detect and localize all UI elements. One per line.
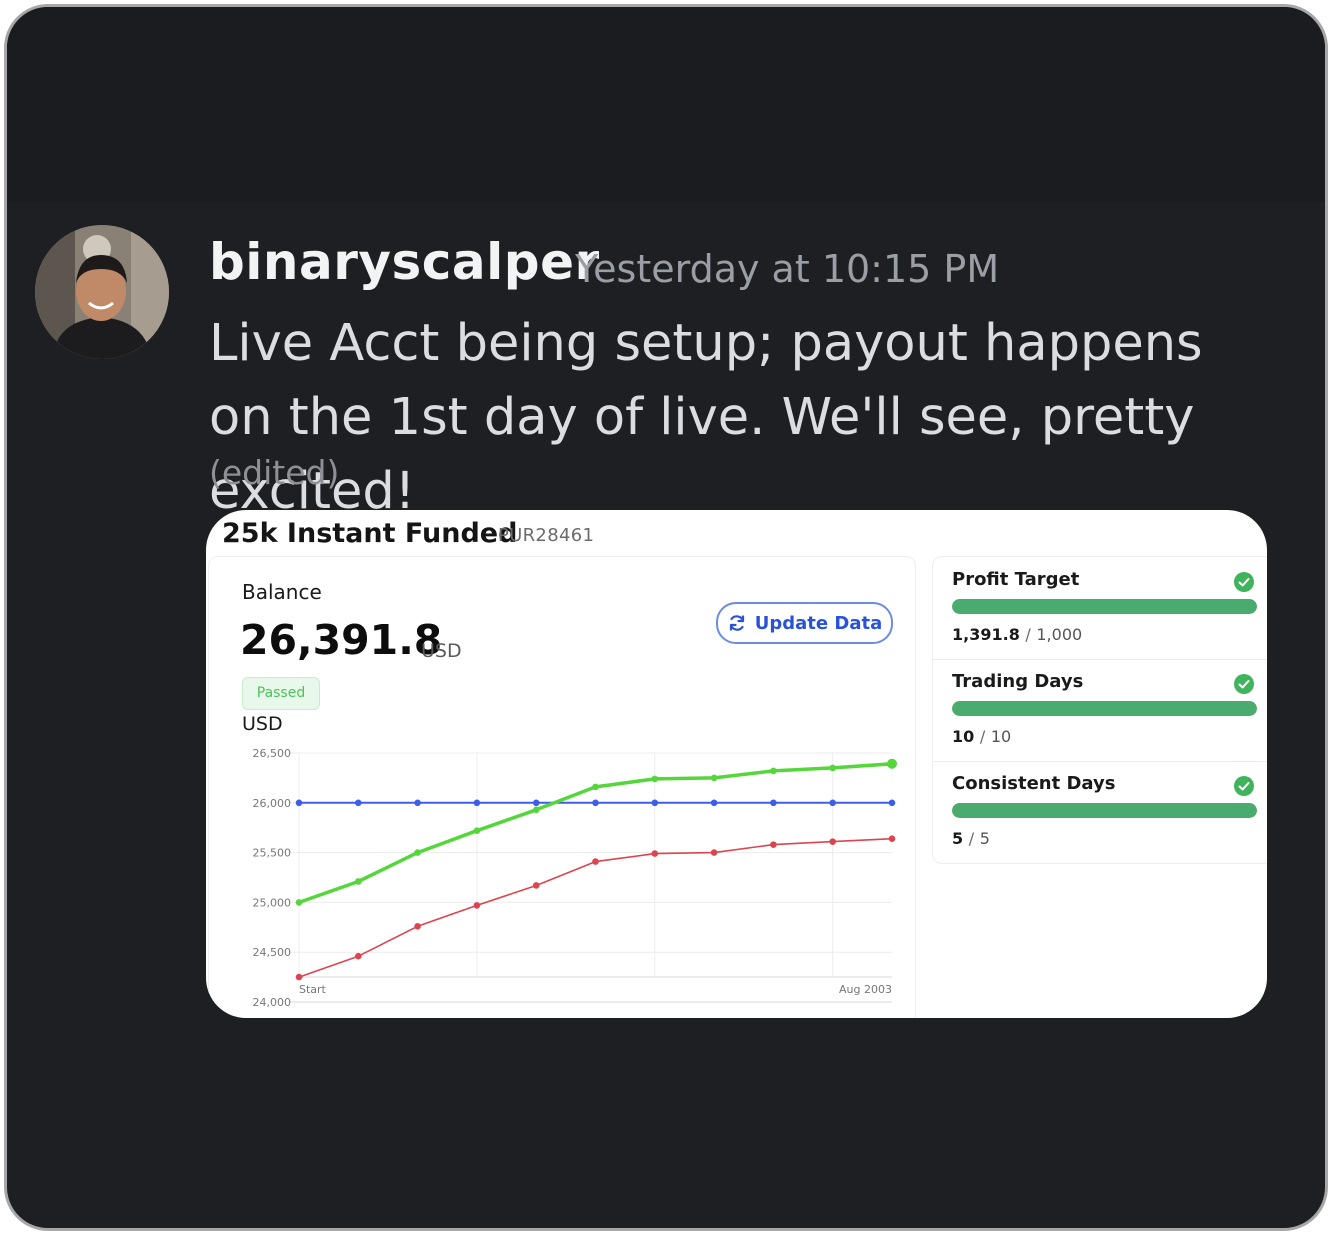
message-text: Live Acct being setup; payout happens on… (209, 314, 1203, 521)
data-point (355, 952, 362, 960)
y-tick-label: 25,500 (253, 847, 292, 860)
x-tick-label: Start (299, 983, 327, 996)
message-timestamp: Yesterday at 10:15 PM (575, 247, 1000, 291)
target-separator: / (979, 727, 986, 746)
target-separator: / (968, 829, 975, 848)
balance-unit: USD (421, 640, 462, 662)
target-current: 10 (952, 727, 975, 746)
progress-fill (952, 599, 1257, 614)
y-tick-label: 25,000 (253, 896, 292, 909)
attachment-image[interactable]: 25k Instant Funded PUR28461 Balance 26,3… (206, 510, 1267, 1018)
data-point (592, 858, 599, 865)
data-point (473, 799, 481, 807)
data-point (532, 799, 540, 807)
app-frame: binaryscalper Yesterday at 10:15 PM Live… (4, 4, 1328, 1231)
data-point (710, 774, 718, 782)
data-point (355, 878, 362, 885)
data-point (829, 799, 836, 807)
y-tick-label: 26,000 (253, 797, 292, 810)
data-point (414, 799, 421, 807)
account-id: PUR28461 (498, 525, 595, 546)
check-circle-icon (1234, 776, 1254, 796)
target-trading-days: Trading Days 10 / 10 (933, 659, 1267, 762)
data-point (414, 923, 421, 930)
data-point (651, 850, 659, 857)
update-data-label: Update Data (754, 612, 883, 634)
progress-bar (952, 701, 1257, 716)
data-point (888, 799, 896, 807)
progress-fill (952, 803, 1257, 818)
data-point (770, 767, 777, 775)
target-current: 1,391.8 (952, 625, 1020, 644)
edited-label: (edited) (209, 453, 340, 492)
data-point (532, 806, 540, 814)
chart-unit-label: USD (242, 713, 283, 735)
data-point (770, 799, 777, 807)
target-label: Consistent Days (952, 773, 1116, 794)
data-point (829, 764, 836, 772)
x-tick-label: Aug 2003 (839, 983, 892, 996)
check-circle-icon (1234, 674, 1254, 694)
progress-bar (952, 599, 1257, 614)
check-circle-icon (1234, 572, 1254, 592)
target-total: 10 (990, 727, 1012, 746)
target-separator: / (1025, 625, 1031, 644)
data-point (355, 799, 362, 807)
target-total: 5 (979, 829, 990, 848)
balance-value: 26,391.8 (240, 616, 443, 664)
data-point (887, 758, 897, 769)
target-profit: Profit Target 1,391.8 / 1,000 (933, 557, 1267, 660)
target-value: 10 / 10 (952, 727, 1011, 746)
target-current: 5 (952, 829, 964, 848)
data-point (592, 799, 599, 807)
data-point (532, 882, 540, 889)
data-point (473, 902, 481, 909)
data-point (829, 838, 836, 845)
target-consistent-days: Consistent Days 5 / 5 (933, 761, 1267, 863)
data-point (651, 799, 659, 807)
top-band (7, 7, 1325, 202)
refresh-icon (729, 615, 744, 631)
data-point (888, 835, 896, 842)
status-badge: Passed (242, 677, 320, 710)
username[interactable]: binaryscalper (209, 233, 600, 291)
data-point (295, 799, 303, 807)
target-total: 1,000 (1036, 625, 1083, 644)
targets-panel: Profit Target 1,391.8 / 1,000 Trading Da… (932, 556, 1267, 864)
data-point (592, 783, 599, 791)
target-label: Profit Target (952, 569, 1080, 590)
target-value: 1,391.8 / 1,000 (952, 625, 1082, 644)
update-data-button[interactable]: Update Data (716, 602, 893, 644)
y-tick-label: 26,500 (253, 747, 292, 760)
balance-label: Balance (242, 580, 322, 604)
data-point (710, 799, 718, 807)
data-point (295, 973, 303, 981)
target-value: 5 / 5 (952, 829, 990, 848)
y-tick-label: 24,500 (253, 946, 292, 959)
y-tick-label: 24,000 (253, 996, 292, 1009)
balance-chart: 26,500 26,000 25,500 25,000 24,500 24,000 Star… (253, 747, 897, 1009)
avatar[interactable] (35, 225, 169, 359)
target-label: Trading Days (952, 671, 1084, 692)
data-point (295, 899, 303, 906)
progress-bar (952, 803, 1257, 818)
data-point (710, 849, 718, 856)
data-point (770, 841, 777, 848)
data-point (473, 827, 481, 834)
progress-fill (952, 701, 1257, 716)
data-point (414, 849, 421, 856)
data-point (651, 775, 659, 783)
account-title: 25k Instant Funded (222, 518, 518, 549)
